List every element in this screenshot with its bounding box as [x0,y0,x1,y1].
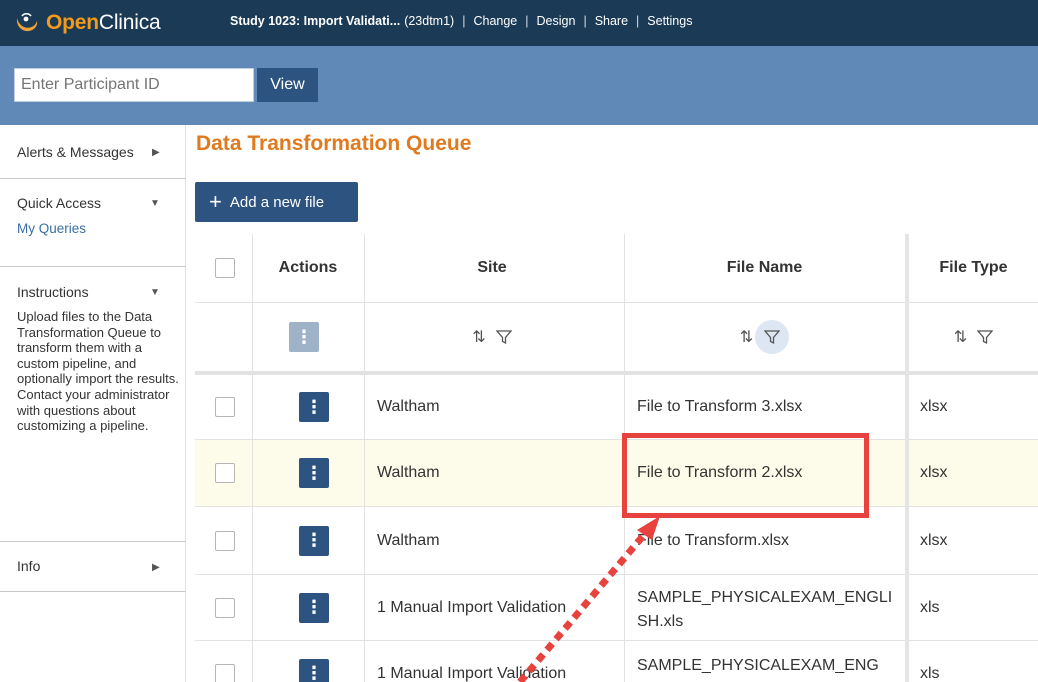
kebab-menu-icon: ⋮ [305,663,323,682]
row-checkbox[interactable] [215,663,235,682]
cell-file-name: File to Transform 3.xlsx [637,398,803,415]
sidebar-section-alerts[interactable]: Alerts & Messages ▶ [0,125,186,179]
cell-site: 1 Manual Import Validation [377,664,567,682]
logo-text-open: Open [46,11,99,34]
cell-file-type: xls [920,598,940,616]
table-row[interactable]: ⋮ Waltham File to Transform 3.xlsx xlsx [195,372,1038,440]
sidebar-section-instructions: Instructions ▼ Upload files to the Data … [0,267,186,542]
cell-file-type: xlsx [920,531,948,549]
active-filter-button[interactable] [755,320,790,354]
column-divider [905,234,909,682]
kebab-menu-icon: ⋮ [305,396,323,417]
row-actions-button[interactable]: ⋮ [299,658,329,682]
cell-site: Waltham [377,398,440,415]
sidebar-info-label[interactable]: Info [17,558,40,574]
cell-file-type: xlsx [920,464,948,481]
sort-icon[interactable]: ⇅ [740,327,753,347]
select-all-checkbox[interactable] [215,258,235,278]
nav-link-change[interactable]: Change [473,14,517,28]
table-row[interactable]: ⋮ Waltham File to Transform 2.xlsx xlsx [195,440,1038,507]
sidebar-quick-access-label[interactable]: Quick Access [17,195,101,211]
caret-right-icon[interactable]: ▶ [152,562,160,573]
caret-down-icon[interactable]: ▼ [150,198,160,209]
add-new-file-label: Add a new file [229,193,325,211]
cell-file-type: xls [920,664,940,682]
table-filter-row: ⋮ ⇅ ⇅ ⇅ [195,303,1038,372]
nav-separator: | [583,14,587,28]
kebab-menu-icon: ⋮ [305,597,323,617]
view-button[interactable]: View [257,68,318,102]
row-actions-button[interactable]: ⋮ [299,525,329,556]
sidebar-instructions-label[interactable]: Instructions [17,284,89,300]
column-header-actions: Actions [278,259,338,276]
nav-link-settings[interactable]: Settings [647,14,692,28]
column-divider [364,234,365,682]
sort-icon[interactable]: ⇅ [472,327,485,347]
nav-separator: | [636,14,640,28]
cell-site: 1 Manual Import Validation [377,598,567,616]
filter-icon[interactable] [495,329,512,345]
row-actions-button[interactable]: ⋮ [299,458,329,488]
column-header-site[interactable]: Site [364,234,620,302]
sidebar-section-quick-access: Quick Access ▼ My Queries [0,179,186,267]
sidebar-section-info[interactable]: Info ▶ [0,542,186,592]
openclinica-logo-icon [16,12,38,32]
plus-icon: + [209,189,222,214]
study-name[interactable]: Study 1023: Import Validati... [230,14,400,28]
cell-site: Waltham [377,464,440,481]
sidebar-link-my-queries[interactable]: My Queries [17,221,86,236]
nav-separator: | [462,14,466,28]
cell-file-type: xlsx [920,398,948,415]
openclinica-logo[interactable]: OpenClinica [14,10,161,36]
column-header-file-name[interactable]: File Name [624,234,905,302]
row-actions-button[interactable]: ⋮ [299,592,329,623]
cell-file-name: SAMPLE_PHYSICALEXAM_ENG [637,656,879,674]
nav-link-design[interactable]: Design [537,14,576,28]
filter-icon [764,330,781,345]
row-checkbox[interactable] [215,530,235,551]
file-queue-table: Actions Site File Name File Type ⋮ ⇅ ⇅ ⇅… [195,234,1038,682]
table-header-row: Actions Site File Name File Type [195,234,1038,303]
caret-right-icon[interactable]: ▶ [152,147,160,158]
table-row[interactable]: ⋮ Waltham File to Transform.xlsx xlsx [195,507,1038,575]
kebab-menu-icon: ⋮ [305,530,323,550]
logo-text-clinica: Clinica [98,11,161,34]
row-checkbox[interactable] [215,463,235,483]
sidebar-instructions-text: Upload files to the Data Transformation … [17,309,179,434]
row-actions-button[interactable]: ⋮ [299,392,329,422]
column-header-file-type[interactable]: File Type [909,234,1038,302]
bulk-actions-button[interactable]: ⋮ [289,322,319,352]
nav-link-share[interactable]: Share [595,14,628,28]
cell-site: Waltham [377,531,440,549]
study-nav: Study 1023: Import Validati... (23dtm1) … [230,14,692,28]
participant-id-input[interactable] [14,68,254,102]
top-navigation-bar: OpenClinica Study 1023: Import Validati.… [0,0,1038,46]
column-divider [252,234,253,682]
kebab-menu-icon: ⋮ [305,462,323,483]
kebab-menu-icon: ⋮ [295,326,313,347]
add-new-file-button[interactable]: + Add a new file [195,182,358,222]
nav-separator: | [525,14,529,28]
caret-down-icon[interactable]: ▼ [150,287,160,298]
sidebar-alerts-label[interactable]: Alerts & Messages [17,144,134,160]
study-code: (23dtm1) [404,14,455,28]
annotation-highlight-box [622,433,869,518]
table-row[interactable]: ⋮ 1 Manual Import Validation SAMPLE_PHYS… [195,641,1038,682]
filter-icon[interactable] [977,329,994,345]
row-checkbox[interactable] [215,597,235,618]
table-row[interactable]: ⋮ 1 Manual Import Validation SAMPLE_PHYS… [195,575,1038,641]
participant-search-band: View [0,46,1038,125]
sidebar: Alerts & Messages ▶ Quick Access ▼ My Qu… [0,125,186,682]
sort-icon[interactable]: ⇅ [954,327,967,347]
row-checkbox[interactable] [215,397,235,417]
cell-file-name: SAMPLE_PHYSICALEXAM_ENGLISH.xls [637,588,893,630]
page-title: Data Transformation Queue [196,132,472,155]
